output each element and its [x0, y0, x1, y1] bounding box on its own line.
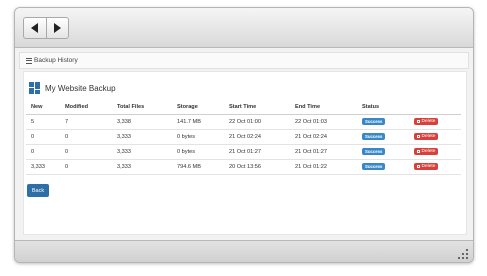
resize-grip-icon[interactable]: [458, 249, 468, 259]
cell-end-time: 21 Oct 01:22: [290, 159, 357, 175]
table-row: 5 7 3,338 141.7 MB 22 Oct 01:00 22 Oct 0…: [26, 114, 461, 130]
column-header: Start Time: [224, 100, 290, 115]
trash-icon: [417, 165, 420, 168]
cell-total-files: 3,333: [112, 159, 172, 175]
delete-label: Delete: [421, 164, 436, 169]
cell-start-time: 22 Oct 01:00: [224, 114, 290, 130]
status-badge: Success: [362, 163, 386, 170]
cell-storage: 794.6 MB: [172, 159, 224, 175]
backup-history-table: New Modified Total Files Storage Start T…: [26, 100, 461, 175]
cell-action: Delete: [409, 114, 461, 130]
cell-total-files: 3,338: [112, 114, 172, 130]
cell-start-time: 20 Oct 13:56: [224, 159, 290, 175]
delete-label: Delete: [421, 134, 436, 139]
cell-status: Success: [357, 114, 409, 130]
table-row: 0 0 3,333 0 bytes 21 Oct 02:24 21 Oct 02…: [26, 129, 461, 145]
delete-button[interactable]: Delete: [414, 133, 439, 140]
cell-new: 0: [26, 144, 60, 160]
forward-arrow-icon: [53, 23, 61, 33]
toolbar: [15, 8, 473, 48]
cell-new: 5: [26, 114, 60, 130]
main-content: Backup History My Website Backup New Mod…: [15, 49, 473, 239]
cell-status: Success: [357, 129, 409, 145]
cell-total-files: 3,333: [112, 144, 172, 160]
cell-modified: 7: [60, 114, 112, 130]
list-icon: [26, 57, 32, 64]
table-row: 0 0 3,333 0 bytes 21 Oct 01:27 21 Oct 01…: [26, 144, 461, 160]
back-nav-button[interactable]: [24, 18, 46, 38]
cell-new: 0: [26, 129, 60, 145]
cell-start-time: 21 Oct 02:24: [224, 129, 290, 145]
status-badge: Success: [362, 133, 386, 140]
cell-status: Success: [357, 159, 409, 175]
cell-start-time: 21 Oct 01:27: [224, 144, 290, 160]
status-badge: Success: [362, 148, 386, 155]
back-arrow-icon: [31, 23, 39, 33]
cell-end-time: 22 Oct 01:03: [290, 114, 357, 130]
column-header: New: [26, 100, 60, 115]
delete-button[interactable]: Delete: [414, 118, 439, 125]
cell-new: 3,333: [26, 159, 60, 175]
trash-icon: [417, 120, 420, 123]
cell-storage: 0 bytes: [172, 144, 224, 160]
status-badge: Success: [362, 118, 386, 125]
backup-panel: My Website Backup New Modified Total Fil…: [23, 71, 467, 235]
cell-end-time: 21 Oct 02:24: [290, 129, 357, 145]
forward-nav-button[interactable]: [45, 18, 69, 38]
column-header: [409, 100, 461, 115]
cell-action: Delete: [409, 129, 461, 145]
column-header: Status: [357, 100, 409, 115]
panel-title: My Website Backup: [45, 83, 116, 93]
column-header: Modified: [60, 100, 112, 115]
cell-end-time: 21 Oct 01:27: [290, 144, 357, 160]
trash-icon: [417, 150, 420, 153]
cell-modified: 0: [60, 144, 112, 160]
cell-modified: 0: [60, 159, 112, 175]
cell-action: Delete: [409, 144, 461, 160]
back-button[interactable]: Back: [27, 184, 49, 197]
table-row: 3,333 0 3,333 794.6 MB 20 Oct 13:56 21 O…: [26, 159, 461, 175]
website-backup-icon: [29, 82, 40, 94]
delete-button[interactable]: Delete: [414, 148, 439, 155]
navigation-buttons: [23, 17, 69, 39]
column-header: Storage: [172, 100, 224, 115]
delete-label: Delete: [421, 119, 436, 124]
cell-storage: 141.7 MB: [172, 114, 224, 130]
delete-label: Delete: [421, 149, 436, 154]
cell-storage: 0 bytes: [172, 129, 224, 145]
cell-status: Success: [357, 144, 409, 160]
breadcrumb: Backup History: [19, 52, 469, 69]
delete-button[interactable]: Delete: [414, 163, 439, 170]
status-bar: [15, 240, 473, 262]
breadcrumb-label: Backup History: [34, 57, 78, 64]
cell-action: Delete: [409, 159, 461, 175]
column-header: End Time: [290, 100, 357, 115]
trash-icon: [417, 135, 420, 138]
cell-modified: 0: [60, 129, 112, 145]
column-header: Total Files: [112, 100, 172, 115]
cell-total-files: 3,333: [112, 129, 172, 145]
panel-header: My Website Backup: [29, 82, 116, 94]
table-header-row: New Modified Total Files Storage Start T…: [26, 100, 461, 115]
app-window: Backup History My Website Backup New Mod…: [14, 7, 474, 263]
